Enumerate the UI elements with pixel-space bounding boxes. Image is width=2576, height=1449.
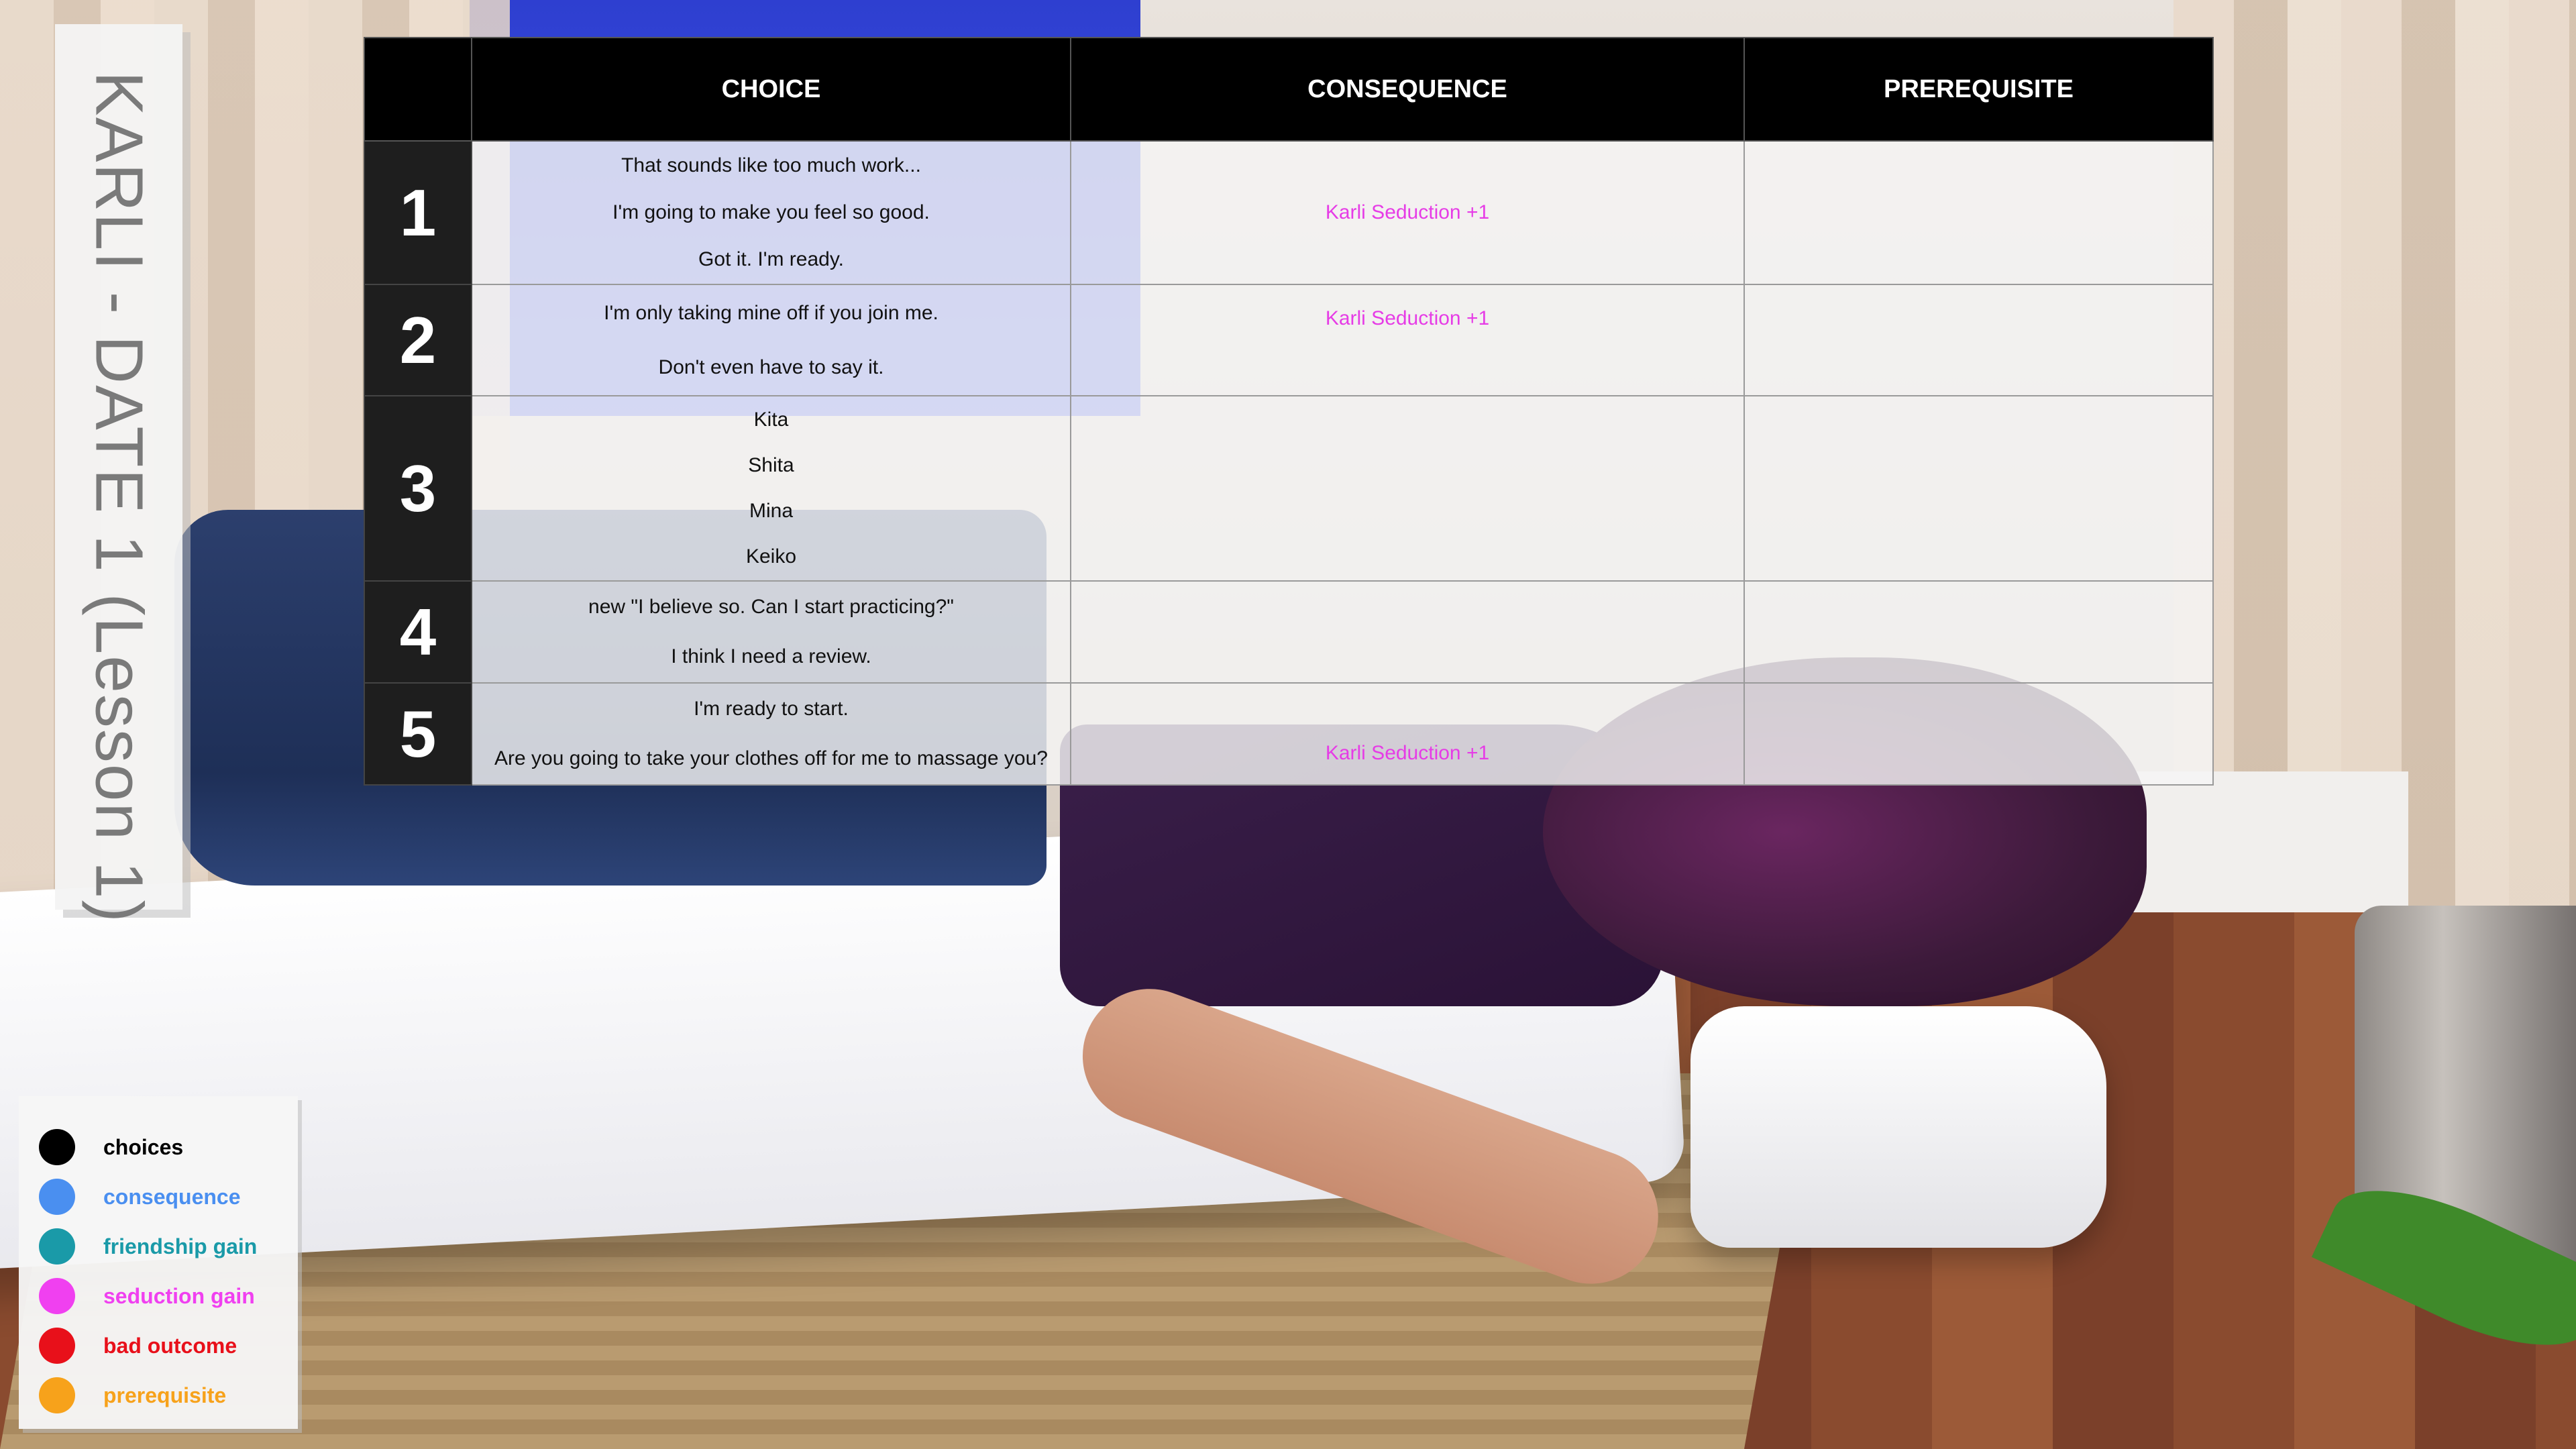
legend-dot-icon [39, 1278, 75, 1314]
legend-label: consequence [103, 1184, 241, 1209]
choice-option: Keiko [745, 545, 797, 568]
row-number: 2 [364, 284, 472, 396]
legend-label: prerequisite [103, 1383, 227, 1407]
choice-option: Don't even have to say it. [658, 356, 884, 378]
choice-option: I'm ready to start. [694, 698, 849, 720]
legend: choices consequence friendship gain sedu… [19, 1096, 298, 1429]
table-row: 4 new "I believe so. Can I start practic… [364, 580, 2214, 684]
legend-item-friendship-gain: friendship gain [39, 1228, 257, 1265]
legend-item-prerequisite: prerequisite [39, 1377, 226, 1414]
plant-pot [2311, 906, 2576, 1377]
choice-cell: Kita Shita Mina Keiko [471, 395, 1071, 582]
consequence-text: Karli Seduction +1 [1325, 201, 1490, 223]
prerequisite-cell [1743, 395, 2214, 582]
legend-label: friendship gain [103, 1234, 258, 1258]
choice-cell: That sounds like too much work... I'm go… [471, 140, 1071, 285]
table-row: 2 I'm only taking mine off if you join m… [364, 284, 2214, 396]
legend-dot-icon [39, 1129, 75, 1165]
legend-dot-icon [39, 1179, 75, 1215]
consequence-cell: Karli Seduction +1 [1070, 140, 1745, 285]
legend-label: choices [103, 1134, 184, 1159]
legend-item-seduction-gain: seduction gain [39, 1277, 255, 1315]
choice-option: Mina [749, 500, 794, 522]
consequence-cell: Karli Seduction +1 [1070, 284, 1745, 396]
header-number [364, 37, 472, 142]
choice-cell: new "I believe so. Can I start practicin… [471, 580, 1071, 684]
choice-option: Are you going to take your clothes off f… [494, 747, 1048, 769]
row-number: 1 [364, 140, 472, 285]
choice-cell: I'm only taking mine off if you join me.… [471, 284, 1071, 396]
choice-option: Got it. I'm ready. [698, 248, 844, 270]
choice-option: Kita [753, 409, 789, 431]
prerequisite-cell [1743, 140, 2214, 285]
legend-dot-icon [39, 1377, 75, 1413]
prerequisite-cell [1743, 580, 2214, 684]
header-prerequisite: PREREQUISITE [1743, 37, 2214, 142]
consequence-text: Karli Seduction +1 [1325, 307, 1490, 329]
title-tab: KARLI - DATE 1 (Lesson 1) [55, 24, 182, 924]
legend-label: bad outcome [103, 1333, 237, 1358]
legend-item-consequence: consequence [39, 1178, 241, 1216]
row-number: 3 [364, 395, 472, 582]
table-header-row: CHOICE CONSEQUENCE PREREQUISITE [364, 37, 2214, 142]
face-cradle [1690, 1006, 2106, 1248]
choice-option: That sounds like too much work... [621, 154, 921, 176]
prerequisite-cell [1743, 284, 2214, 396]
choice-option: I'm going to make you feel so good. [612, 201, 930, 223]
consequence-cell [1070, 580, 1745, 684]
row-number: 5 [364, 682, 472, 786]
prerequisite-cell [1743, 682, 2214, 786]
header-consequence: CONSEQUENCE [1070, 37, 1745, 142]
header-choice: CHOICE [471, 37, 1071, 142]
choice-option: I'm only taking mine off if you join me. [604, 301, 938, 324]
legend-label: seduction gain [103, 1283, 255, 1308]
legend-item-choices: choices [39, 1128, 183, 1166]
legend-dot-icon [39, 1328, 75, 1364]
legend-dot-icon [39, 1228, 75, 1265]
consequence-cell [1070, 395, 1745, 582]
choice-option: Shita [748, 454, 794, 476]
page-title: KARLI - DATE 1 (Lesson 1) [81, 71, 157, 924]
table-row: 3 Kita Shita Mina Keiko [364, 395, 2214, 582]
choice-cell: I'm ready to start. Are you going to tak… [471, 682, 1071, 786]
choice-table: CHOICE CONSEQUENCE PREREQUISITE 1 That s… [364, 37, 2214, 786]
legend-item-bad-outcome: bad outcome [39, 1327, 237, 1364]
consequence-text: Karli Seduction +1 [1325, 741, 1490, 764]
consequence-cell: Karli Seduction +1 [1070, 682, 1745, 786]
choice-option: I think I need a review. [671, 645, 871, 667]
row-number: 4 [364, 580, 472, 684]
table-row: 1 That sounds like too much work... I'm … [364, 140, 2214, 285]
choice-option: new "I believe so. Can I start practicin… [588, 596, 954, 618]
table-row: 5 I'm ready to start. Are you going to t… [364, 682, 2214, 786]
